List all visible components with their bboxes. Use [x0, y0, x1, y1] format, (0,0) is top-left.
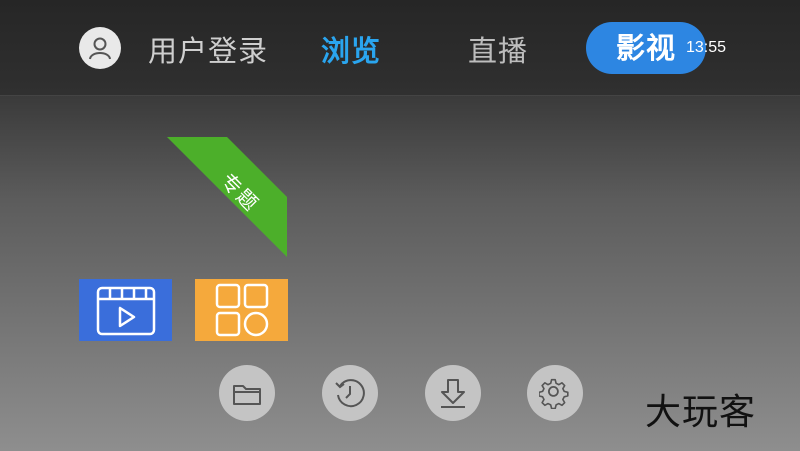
download-button[interactable]	[425, 365, 481, 421]
tab-live[interactable]: 直播	[468, 28, 528, 70]
top-navigation-bar: 用户登录 浏览 直播 影视 13:55	[0, 0, 800, 96]
video-clapper-icon	[96, 286, 155, 336]
user-avatar-icon[interactable]	[79, 27, 121, 69]
settings-button[interactable]	[527, 365, 583, 421]
topic-ribbon[interactable]: 专题	[167, 137, 287, 257]
apps-tile[interactable]	[195, 279, 288, 341]
apps-grid-icon	[215, 283, 268, 337]
history-button[interactable]	[322, 365, 378, 421]
clock-time: 13:55	[686, 39, 727, 56]
history-clock-icon	[335, 379, 365, 408]
brand-watermark: 大玩客	[645, 392, 757, 433]
tab-browse[interactable]: 浏览	[321, 28, 381, 70]
download-icon	[441, 379, 465, 408]
settings-gear-icon	[539, 378, 569, 409]
folder-icon	[233, 385, 261, 405]
folder-button[interactable]	[219, 365, 275, 421]
video-tile[interactable]	[79, 279, 172, 341]
user-login-link[interactable]: 用户登录	[148, 28, 268, 70]
